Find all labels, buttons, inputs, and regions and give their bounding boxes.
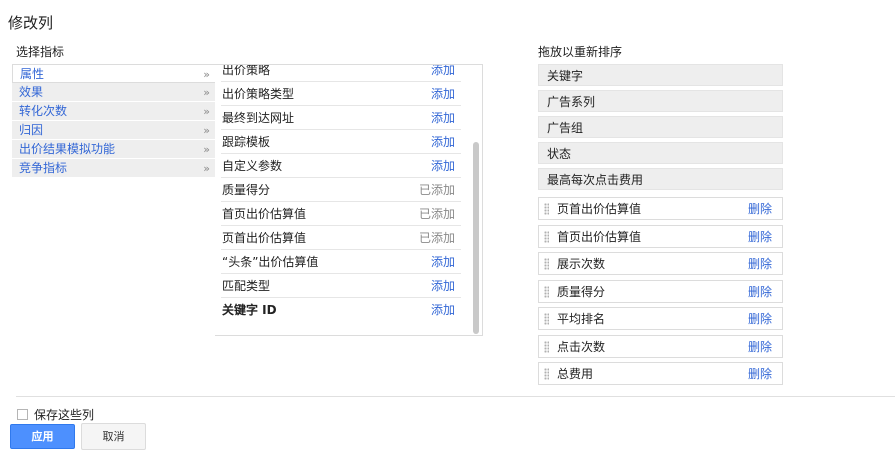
metric-row: “头条”出价估算值 添加 xyxy=(221,250,461,274)
category-list: 属性 » 效果 » 转化次数 » 归因 » 出价结果模拟功能 » 竞争指标 » xyxy=(12,64,216,178)
scrollbar-thumb[interactable] xyxy=(473,142,479,334)
add-metric-link[interactable]: 添加 xyxy=(431,298,455,322)
footer-divider xyxy=(16,396,895,397)
dialog-title: 修改列 xyxy=(8,14,54,32)
metric-row: 匹配类型 添加 xyxy=(221,274,461,298)
metric-name: 首页出价估算值 xyxy=(222,207,307,221)
add-metric-link[interactable]: 添加 xyxy=(431,106,455,130)
metric-row: 质量得分 已添加 xyxy=(221,178,461,202)
add-metric-link[interactable]: 添加 xyxy=(431,130,455,154)
metric-name: 最终到达网址 xyxy=(222,111,295,125)
category-label: 效果 xyxy=(19,85,44,99)
category-label: 转化次数 xyxy=(19,104,68,118)
selected-column-item[interactable]: 平均排名 删除 xyxy=(538,307,783,330)
fixed-column: 广告系列 xyxy=(538,90,783,112)
save-columns-option: 保存这些列 xyxy=(17,406,94,423)
metrics-list[interactable]: 出价策略 添加 出价策略类型 添加 最终到达网址 添加 跟踪模板 添加 自定义参… xyxy=(215,64,483,336)
double-chevron-right-icon: » xyxy=(203,105,210,118)
select-metrics-heading: 选择指标 xyxy=(16,45,65,59)
remove-column-link[interactable]: 删除 xyxy=(748,198,772,221)
add-metric-link[interactable]: 添加 xyxy=(431,65,455,82)
selected-columns-list: 页首出价估算值 删除 首页出价估算值 删除 展示次数 删除 质量得分 删除 平均… xyxy=(538,197,783,390)
selected-column-item[interactable]: 页首出价估算值 删除 xyxy=(538,197,783,220)
remove-column-link[interactable]: 删除 xyxy=(748,363,772,386)
fixed-column: 状态 xyxy=(538,142,783,164)
metric-row: 最终到达网址 添加 xyxy=(221,106,461,130)
remove-column-link[interactable]: 删除 xyxy=(748,226,772,249)
category-label: 归因 xyxy=(19,123,44,137)
metric-row: 跟踪模板 添加 xyxy=(221,130,461,154)
drag-handle-icon[interactable] xyxy=(544,258,549,270)
double-chevron-right-icon: » xyxy=(203,124,210,137)
metric-name: “头条”出价估算值 xyxy=(222,255,319,269)
category-attributes[interactable]: 属性 » xyxy=(12,64,216,83)
metric-name: 关键字 ID xyxy=(222,303,277,317)
metric-name: 自定义参数 xyxy=(222,159,283,173)
metric-row: 出价策略 添加 xyxy=(221,64,461,82)
selected-column-item[interactable]: 展示次数 删除 xyxy=(538,252,783,275)
apply-button[interactable]: 应用 xyxy=(10,424,75,449)
remove-column-link[interactable]: 删除 xyxy=(748,336,772,359)
selected-column-item[interactable]: 质量得分 删除 xyxy=(538,279,783,304)
double-chevron-right-icon: » xyxy=(203,86,210,99)
double-chevron-right-icon: » xyxy=(203,68,210,81)
drag-handle-icon[interactable] xyxy=(544,285,549,298)
category-attribution[interactable]: 归因 » xyxy=(12,121,216,140)
metric-name: 质量得分 xyxy=(222,183,271,197)
category-label: 出价结果模拟功能 xyxy=(19,142,116,156)
remove-column-link[interactable]: 删除 xyxy=(748,281,772,304)
drag-handle-icon[interactable] xyxy=(544,230,549,243)
metric-row: 自定义参数 添加 xyxy=(221,154,461,178)
drag-handle-icon[interactable] xyxy=(544,313,549,325)
column-name: 点击次数 xyxy=(557,339,606,354)
selected-column-item[interactable]: 点击次数 删除 xyxy=(538,334,783,359)
metric-row: 关键字 ID 添加 xyxy=(221,298,461,322)
column-name: 平均排名 xyxy=(557,312,606,326)
category-performance[interactable]: 效果 » xyxy=(12,83,216,102)
add-metric-link[interactable]: 添加 xyxy=(431,274,455,298)
double-chevron-right-icon: » xyxy=(203,143,210,156)
add-metric-link[interactable]: 添加 xyxy=(431,82,455,106)
metric-name: 匹配类型 xyxy=(222,279,271,293)
cancel-button[interactable]: 取消 xyxy=(81,423,146,450)
category-conversions[interactable]: 转化次数 » xyxy=(12,102,216,121)
save-columns-label: 保存这些列 xyxy=(34,408,95,422)
metric-name: 跟踪模板 xyxy=(222,135,271,149)
drag-handle-icon[interactable] xyxy=(544,340,549,353)
save-columns-checkbox[interactable] xyxy=(17,409,28,420)
metric-name: 出价策略类型 xyxy=(222,87,295,101)
category-competitive-metrics[interactable]: 竞争指标 » xyxy=(12,159,216,178)
scrollbar[interactable] xyxy=(471,65,480,335)
column-name: 总费用 xyxy=(557,367,594,381)
fixed-columns-list: 关键字 广告系列 广告组 状态 最高每次点击费用 xyxy=(538,64,783,194)
double-chevron-right-icon: » xyxy=(203,162,210,175)
category-label: 竞争指标 xyxy=(19,161,68,175)
selected-column-item[interactable]: 首页出价估算值 删除 xyxy=(538,224,783,249)
add-metric-link[interactable]: 添加 xyxy=(431,154,455,178)
column-name: 质量得分 xyxy=(557,284,606,299)
added-status: 已添加 xyxy=(418,207,455,221)
category-bid-simulator[interactable]: 出价结果模拟功能 » xyxy=(12,140,216,159)
metric-name: 页首出价估算值 xyxy=(222,231,307,245)
column-name: 展示次数 xyxy=(557,257,606,271)
drag-handle-icon[interactable] xyxy=(544,203,549,215)
fixed-column: 最高每次点击费用 xyxy=(538,168,783,190)
selected-column-item[interactable]: 总费用 删除 xyxy=(538,362,783,385)
remove-column-link[interactable]: 删除 xyxy=(748,253,772,276)
column-name: 页首出价估算值 xyxy=(557,202,642,216)
added-status: 已添加 xyxy=(418,183,455,197)
metric-row: 页首出价估算值 已添加 xyxy=(221,226,461,250)
category-label: 属性 xyxy=(20,67,45,81)
fixed-column: 广告组 xyxy=(538,116,783,138)
drag-handle-icon[interactable] xyxy=(544,368,549,380)
reorder-heading: 拖放以重新排序 xyxy=(538,45,623,59)
fixed-column: 关键字 xyxy=(538,64,783,86)
metric-name: 出价策略 xyxy=(222,64,271,77)
remove-column-link[interactable]: 删除 xyxy=(748,308,772,331)
added-status: 已添加 xyxy=(418,231,455,245)
metric-row: 出价策略类型 添加 xyxy=(221,82,461,106)
add-metric-link[interactable]: 添加 xyxy=(431,250,455,274)
column-name: 首页出价估算值 xyxy=(557,229,642,244)
metric-row: 首页出价估算值 已添加 xyxy=(221,202,461,226)
